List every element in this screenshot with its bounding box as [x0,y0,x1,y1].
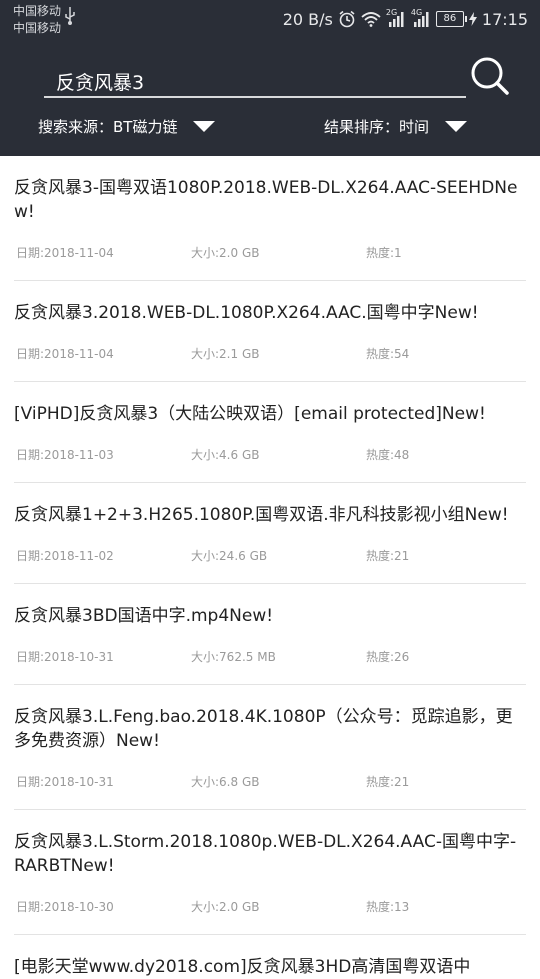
item-heat: 热度:21 [366,774,410,789]
item-title: 反贪风暴3.L.Storm.2018.1080p.WEB-DL.X264.AAC… [14,832,517,876]
battery-level: 86 [443,13,457,24]
item-size: 大小:2.1 GB [191,346,260,361]
net-speed: 20 B/s [282,9,333,29]
app-header: 中国移动 中国移动 20 B/s 2G 4G 86 17:15 反贪风暴3 搜索… [0,0,540,156]
clock: 17:15 [481,9,528,29]
source-dropdown[interactable]: 搜索来源：BT磁力链 [38,116,216,137]
wifi-icon [361,12,381,27]
result-list: 反贪风暴3-国粤双语1080P.2018.WEB-DL.X264.AAC-SEE… [0,156,540,979]
carrier-info: 中国移动 中国移动 [13,3,61,37]
item-date: 日期:2018-11-04 [16,346,114,361]
item-size: 大小:762.5 MB [191,649,276,664]
search-input[interactable] [54,66,458,96]
list-item[interactable]: 反贪风暴3.L.Feng.bao.2018.4K.1080P（公众号：觅踪追影，… [14,685,526,810]
item-size: 大小:4.6 GB [191,447,260,462]
list-item[interactable]: 反贪风暴3-国粤双语1080P.2018.WEB-DL.X264.AAC-SEE… [14,156,526,281]
item-heat: 热度:48 [366,447,410,462]
item-heat: 热度:26 [366,649,410,664]
chevron-down-icon [445,121,468,132]
item-size: 大小:6.8 GB [191,774,260,789]
list-item[interactable]: 反贪风暴1+2+3.H265.1080P.国粤双语.非凡科技影视小组New! 日… [14,483,526,584]
list-item[interactable]: 反贪风暴3.L.Storm.2018.1080p.WEB-DL.X264.AAC… [14,810,526,935]
item-meta: 日期:2018-11-04 大小:2.1 GB 热度:54 [14,325,526,381]
item-size: 大小:2.0 GB [191,245,260,260]
alarm-icon [339,10,355,28]
item-heat: 热度:54 [366,346,410,361]
item-date: 日期:2018-10-31 [16,774,114,789]
carrier-2: 中国移动 [13,21,62,35]
search-icon[interactable] [470,56,510,96]
item-heat: 热度:21 [366,548,410,563]
status-right: 20 B/s 2G 4G 86 17:15 [282,8,528,29]
item-title: [ViPHD]反贪风暴3（大陆公映双语）[email protected]New… [14,404,486,424]
item-title: [电影天堂www.dy2018.com]反贪风暴3HD高清国粤双语中 [14,957,471,977]
item-heat: 热度:13 [366,899,410,914]
list-item[interactable]: 反贪风暴3BD国语中字.mp4New! 日期:2018-10-31 大小:762… [14,584,526,685]
list-item[interactable]: [ViPHD]反贪风暴3（大陆公映双语）[email protected]New… [14,382,526,483]
item-date: 日期:2018-11-03 [16,447,114,462]
carrier-1: 中国移动 [13,4,62,18]
item-meta: 日期:2018-10-30 大小:2.0 GB 热度:13 [14,878,526,934]
sort-label: 结果排序：时间 [324,118,430,136]
item-meta: 日期:2018-10-31 大小:6.8 GB 热度:21 [14,753,526,809]
chevron-down-icon [193,121,216,132]
item-date: 日期:2018-11-04 [16,245,114,260]
item-meta: 日期:2018-10-31 大小:762.5 MB 热度:26 [14,628,526,684]
item-meta: 日期:2018-11-02 大小:24.6 GB 热度:21 [14,527,526,583]
item-date: 日期:2018-11-02 [16,548,114,563]
item-size: 大小:24.6 GB [191,548,268,563]
item-date: 日期:2018-10-30 [16,899,114,914]
item-title: 反贪风暴1+2+3.H265.1080P.国粤双语.非凡科技影视小组New! [14,505,509,525]
sort-dropdown[interactable]: 结果排序：时间 [324,116,468,137]
net-type-2: 4G [410,8,423,17]
item-meta: 日期:2018-11-04 大小:2.0 GB 热度:1 [14,224,526,280]
search-bar [44,64,466,98]
source-label: 搜索来源：BT磁力链 [38,118,178,136]
item-size: 大小:2.0 GB [191,899,260,914]
net-type-1: 2G [385,8,398,17]
charging-icon [468,12,477,26]
item-meta: 日期:2018-11-03 大小:4.6 GB 热度:48 [14,426,526,482]
item-title: 反贪风暴3BD国语中字.mp4New! [14,606,274,626]
list-item[interactable]: [电影天堂www.dy2018.com]反贪风暴3HD高清国粤双语中 [14,935,526,979]
item-date: 日期:2018-10-31 [16,649,114,664]
item-heat: 热度:1 [366,245,402,260]
item-title: 反贪风暴3.2018.WEB-DL.1080P.X264.AAC.国粤中字New… [14,303,479,323]
item-title: 反贪风暴3-国粤双语1080P.2018.WEB-DL.X264.AAC-SEE… [14,178,518,222]
battery-icon: 86 [435,11,467,27]
usb-icon [65,7,75,25]
item-title: 反贪风暴3.L.Feng.bao.2018.4K.1080P（公众号：觅踪追影，… [14,707,513,751]
list-item[interactable]: 反贪风暴3.2018.WEB-DL.1080P.X264.AAC.国粤中字New… [14,281,526,382]
